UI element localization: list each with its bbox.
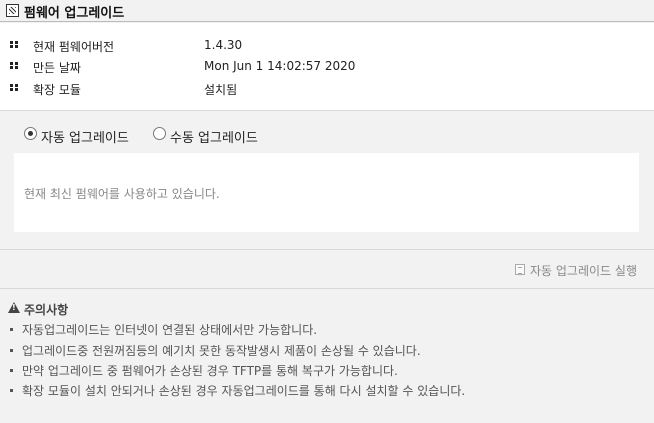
- bullet-icon: [10, 41, 19, 48]
- info-row-version: 현재 펌웨어버전 1.4.30: [0, 35, 654, 55]
- info-row-extension-module: 확장 모듈 설치됨: [0, 78, 654, 98]
- bullet-icon: [10, 84, 19, 91]
- radio-button[interactable]: [24, 127, 37, 140]
- warning-icon: [8, 302, 20, 313]
- radio-label: 수동 업그레이드: [170, 131, 258, 146]
- info-row-build-date: 만든 날짜 Mon Jun 1 14:02:57 2020: [0, 56, 654, 76]
- notes-panel: 주의사항 자동업그레이드는 인터넷이 연결된 상태에서만 가능합니다. 업그레이…: [0, 290, 654, 423]
- note-text: 자동업그레이드는 인터넷이 연결된 상태에서만 가능합니다.: [22, 323, 318, 337]
- radio-label: 자동 업그레이드: [41, 131, 129, 146]
- notes-title-text: 주의사항: [24, 303, 69, 317]
- note-text: 업그레이드중 전원꺼짐등의 예기치 못한 동작발생시 제품이 손상될 수 있습니…: [22, 344, 421, 358]
- firmware-icon: [6, 4, 19, 17]
- radio-auto-upgrade[interactable]: 자동 업그레이드: [24, 126, 144, 146]
- status-box: 현재 최신 펌웨어를 사용하고 있습니다.: [14, 153, 639, 232]
- firmware-info-panel: 현재 펌웨어버전 1.4.30 만든 날짜 Mon Jun 1 14:02:57…: [0, 23, 654, 111]
- run-auto-upgrade-button[interactable]: 자동 업그레이드 실행: [515, 261, 639, 279]
- radio-manual-upgrade[interactable]: 수동 업그레이드: [153, 126, 273, 146]
- bullet-icon: [10, 62, 19, 69]
- info-value: Mon Jun 1 14:02:57 2020: [204, 59, 356, 73]
- info-label: 만든 날짜: [33, 61, 81, 75]
- info-value: 설치됨: [204, 83, 238, 97]
- status-text: 현재 최신 펌웨어를 사용하고 있습니다.: [24, 187, 220, 201]
- note-text: 만약 업그레이드 중 펌웨어가 손상된 경우 TFTP를 통해 복구가 가능합니…: [22, 364, 398, 378]
- action-bar: 자동 업그레이드 실행: [0, 251, 654, 289]
- info-label: 현재 펌웨어버전: [33, 40, 115, 54]
- note-text: 확장 모듈이 설치 안되거나 손상된 경우 자동업그레이드를 통해 다시 설치할…: [22, 384, 466, 398]
- radio-button[interactable]: [153, 127, 166, 140]
- section-header: 펌웨어 업그레이드: [0, 0, 654, 22]
- page-title: 펌웨어 업그레이드: [24, 6, 125, 21]
- upgrade-mode-panel: 자동 업그레이드 수동 업그레이드 현재 최신 펌웨어를 사용하고 있습니다.: [0, 112, 654, 250]
- document-icon: [515, 264, 525, 275]
- info-value: 1.4.30: [204, 38, 243, 52]
- info-label: 확장 모듈: [33, 83, 81, 97]
- run-auto-upgrade-label: 자동 업그레이드 실행: [530, 264, 637, 278]
